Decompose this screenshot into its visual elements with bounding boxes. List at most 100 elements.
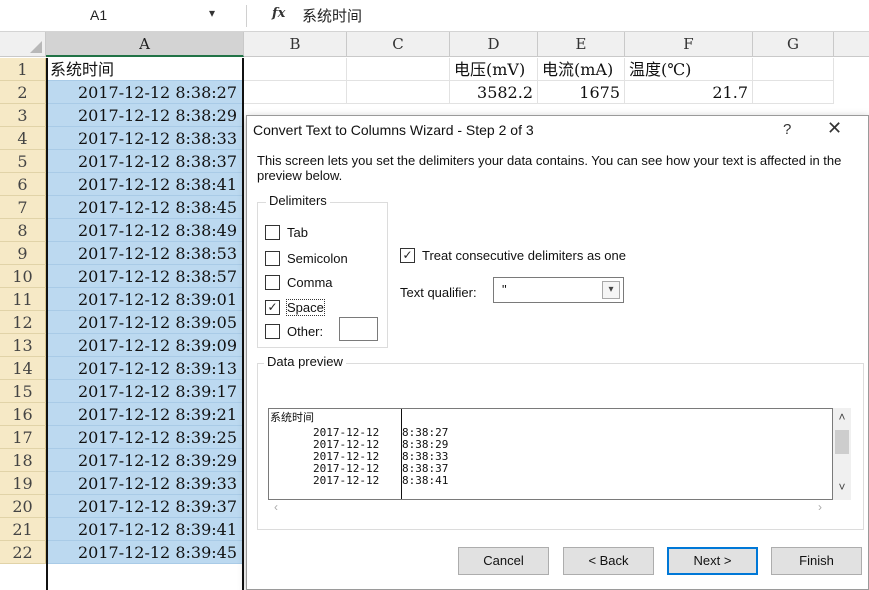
text-qualifier-select[interactable]: " ▾ bbox=[493, 277, 624, 303]
column-header-e[interactable]: E bbox=[538, 32, 625, 57]
cell-a[interactable]: 2017-12-12 8:38:41 bbox=[46, 173, 244, 196]
name-box-value: A1 bbox=[90, 7, 108, 23]
row-header[interactable]: 4 bbox=[0, 127, 46, 150]
row-header[interactable]: 8 bbox=[0, 219, 46, 242]
cell-a[interactable]: 2017-12-12 8:39:41 bbox=[46, 518, 244, 541]
column-header-h[interactable] bbox=[834, 32, 869, 57]
other-delimiter-input[interactable] bbox=[339, 317, 378, 341]
preview-cell: 8:38:41 bbox=[402, 474, 449, 487]
row-header[interactable]: 9 bbox=[0, 242, 46, 265]
cell-a[interactable]: 2017-12-12 8:38:33 bbox=[46, 127, 244, 150]
cell-a[interactable]: 2017-12-12 8:39:33 bbox=[46, 472, 244, 495]
row-header[interactable]: 10 bbox=[0, 265, 46, 288]
scroll-down-icon[interactable]: ˅ bbox=[833, 480, 851, 494]
cell-f[interactable]: 21.7 bbox=[625, 81, 753, 104]
row-header[interactable]: 6 bbox=[0, 173, 46, 196]
table-row: 2 2017-12-12 8:38:27 3582.2 1675 21.7 bbox=[0, 81, 869, 104]
cell-e[interactable]: 1675 bbox=[538, 81, 625, 104]
cell-a[interactable]: 2017-12-12 8:39:37 bbox=[46, 495, 244, 518]
row-header[interactable]: 13 bbox=[0, 334, 46, 357]
row-header[interactable]: 7 bbox=[0, 196, 46, 219]
tab-checkbox[interactable] bbox=[265, 225, 280, 240]
text-qualifier-value: " bbox=[502, 282, 507, 297]
row-header[interactable]: 21 bbox=[0, 518, 46, 541]
row-header[interactable]: 1 bbox=[0, 58, 46, 81]
scroll-thumb[interactable] bbox=[835, 430, 849, 454]
tab-label: Tab bbox=[287, 225, 308, 240]
data-preview-box[interactable]: 系统时间 2017-12-12 8:38:27 2017-12-12 8:38:… bbox=[268, 408, 833, 500]
cell-g1[interactable] bbox=[753, 58, 834, 81]
row-header[interactable]: 16 bbox=[0, 403, 46, 426]
cell-c1[interactable] bbox=[347, 58, 450, 81]
cell-c[interactable] bbox=[347, 81, 450, 104]
formula-input[interactable]: 系统时间 bbox=[302, 5, 362, 26]
help-icon[interactable]: ? bbox=[783, 121, 791, 138]
semicolon-checkbox[interactable] bbox=[265, 251, 280, 266]
treat-consecutive-checkbox[interactable]: ✓ bbox=[400, 248, 415, 263]
cell-a[interactable]: 2017-12-12 8:39:21 bbox=[46, 403, 244, 426]
cell-a[interactable]: 2017-12-12 8:38:53 bbox=[46, 242, 244, 265]
column-header-c[interactable]: C bbox=[347, 32, 450, 57]
cell-e1[interactable]: 电流(mA) bbox=[538, 58, 625, 81]
column-header-g[interactable]: G bbox=[753, 32, 834, 57]
column-header-b[interactable]: B bbox=[244, 32, 347, 57]
cell-b[interactable] bbox=[244, 81, 347, 104]
row-header[interactable]: 20 bbox=[0, 495, 46, 518]
row-header[interactable]: 11 bbox=[0, 288, 46, 311]
cell-a1[interactable]: 系统时间 bbox=[46, 58, 244, 81]
comma-checkbox[interactable] bbox=[265, 275, 280, 290]
next-button[interactable]: Next > bbox=[667, 547, 758, 575]
cell-a[interactable]: 2017-12-12 8:38:57 bbox=[46, 265, 244, 288]
cell-b1[interactable] bbox=[244, 58, 347, 81]
dialog-title: Convert Text to Columns Wizard - Step 2 … bbox=[253, 122, 534, 138]
select-all-corner[interactable] bbox=[0, 32, 46, 57]
cell-a[interactable]: 2017-12-12 8:39:25 bbox=[46, 426, 244, 449]
cell-d[interactable]: 3582.2 bbox=[450, 81, 538, 104]
cell-a[interactable]: 2017-12-12 8:38:37 bbox=[46, 150, 244, 173]
cell-a[interactable]: 2017-12-12 8:39:45 bbox=[46, 541, 244, 564]
cell-a[interactable]: 2017-12-12 8:39:17 bbox=[46, 380, 244, 403]
close-icon[interactable]: ✕ bbox=[827, 118, 842, 139]
row-header[interactable]: 15 bbox=[0, 380, 46, 403]
scroll-left-icon[interactable]: ‹ bbox=[274, 500, 278, 514]
comma-label: Comma bbox=[287, 275, 333, 290]
column-header-d[interactable]: D bbox=[450, 32, 538, 57]
cell-a[interactable]: 2017-12-12 8:39:29 bbox=[46, 449, 244, 472]
cell-a[interactable]: 2017-12-12 8:38:29 bbox=[46, 104, 244, 127]
row-header[interactable]: 14 bbox=[0, 357, 46, 380]
finish-button[interactable]: Finish bbox=[771, 547, 862, 575]
cell-a[interactable]: 2017-12-12 8:39:09 bbox=[46, 334, 244, 357]
function-icon[interactable]: fx bbox=[272, 6, 285, 21]
cancel-button[interactable]: Cancel bbox=[458, 547, 549, 575]
space-checkbox[interactable]: ✓ bbox=[265, 300, 280, 315]
back-button[interactable]: < Back bbox=[563, 547, 654, 575]
cell-a[interactable]: 2017-12-12 8:39:01 bbox=[46, 288, 244, 311]
row-header[interactable]: 22 bbox=[0, 541, 46, 564]
cell-a[interactable]: 2017-12-12 8:38:45 bbox=[46, 196, 244, 219]
cell-a[interactable]: 2017-12-12 8:39:05 bbox=[46, 311, 244, 334]
cell-g[interactable] bbox=[753, 81, 834, 104]
delimiters-label: Delimiters bbox=[266, 193, 330, 208]
name-box[interactable]: A1 ▾ bbox=[52, 6, 242, 26]
row-header[interactable]: 19 bbox=[0, 472, 46, 495]
chevron-down-icon[interactable]: ▾ bbox=[602, 281, 620, 299]
row-header[interactable]: 2 bbox=[0, 81, 46, 104]
row-header[interactable]: 5 bbox=[0, 150, 46, 173]
chevron-down-icon[interactable]: ▾ bbox=[209, 6, 215, 20]
cell-a[interactable]: 2017-12-12 8:38:49 bbox=[46, 219, 244, 242]
cell-f1[interactable]: 温度(℃) bbox=[625, 58, 753, 81]
row-header[interactable]: 12 bbox=[0, 311, 46, 334]
row-header[interactable]: 17 bbox=[0, 426, 46, 449]
row-header[interactable]: 3 bbox=[0, 104, 46, 127]
preview-horizontal-scrollbar[interactable]: ‹ › bbox=[268, 500, 833, 518]
scroll-up-icon[interactable]: ˄ bbox=[833, 410, 851, 424]
other-checkbox[interactable] bbox=[265, 324, 280, 339]
cell-d1[interactable]: 电压(mV) bbox=[450, 58, 538, 81]
column-header-f[interactable]: F bbox=[625, 32, 753, 57]
preview-vertical-scrollbar[interactable]: ˄ ˅ bbox=[833, 408, 851, 500]
row-header[interactable]: 18 bbox=[0, 449, 46, 472]
cell-a[interactable]: 2017-12-12 8:38:27 bbox=[46, 81, 244, 104]
cell-a[interactable]: 2017-12-12 8:39:13 bbox=[46, 357, 244, 380]
column-header-a[interactable]: A bbox=[46, 32, 244, 57]
scroll-right-icon[interactable]: › bbox=[818, 500, 822, 514]
